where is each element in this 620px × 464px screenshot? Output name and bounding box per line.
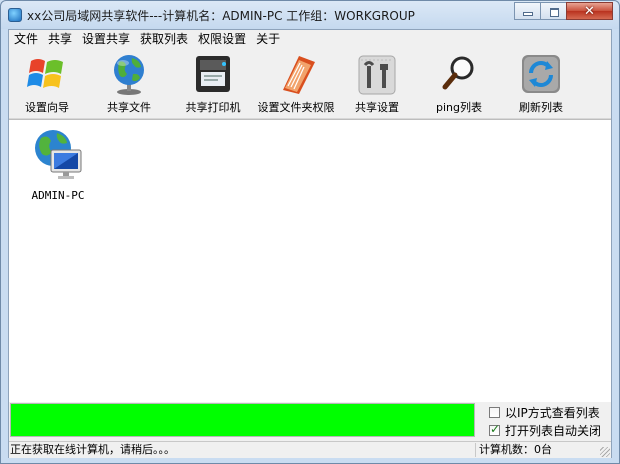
globe-icon [107,52,151,96]
auto-close-option[interactable]: 打开列表自动关闭 [489,422,601,438]
status-message: 正在获取在线计算机，请稍后。。。 [10,443,476,457]
auto-close-label: 打开列表自动关闭 [505,423,602,438]
share-files-label: 共享文件 [107,101,151,114]
windows-logo-icon [25,52,69,96]
close-icon: ✕ [584,4,595,19]
progress-fill [11,404,474,436]
ip-view-checkbox[interactable] [489,406,500,418]
tools-icon [355,52,399,96]
magnifier-icon [437,52,481,96]
app-icon [8,8,22,22]
title-bar[interactable]: xx公司局域网共享软件---计算机名：ADMIN-PC 工作组：WORKGROU… [1,1,619,29]
folder-permissions-label: 设置文件夹权限 [257,101,335,114]
auto-close-checkbox[interactable] [489,422,500,436]
share-printer-button[interactable]: 共享打印机 [179,52,247,114]
computer-list[interactable]: ADMIN-PC [9,119,611,403]
menu-share[interactable]: 共享 [43,30,77,48]
refresh-list-button[interactable]: 刷新列表 [509,52,573,114]
progress-bar [10,403,475,437]
setup-wizard-button[interactable]: 设置向导 [15,52,79,114]
maximize-button[interactable] [540,2,567,20]
share-settings-label: 共享设置 [355,101,399,114]
client-area: 文件 共享 设置共享 获取列表 权限设置 关于 设置向导 共享文件 共享打印机 … [8,29,612,458]
caption-buttons: ✕ [514,2,613,21]
share-files-button[interactable]: 共享文件 [97,52,161,114]
ip-view-option[interactable]: 以IP方式查看列表 [489,404,600,420]
ip-view-label: 以IP方式查看列表 [505,405,600,420]
toolbar: 设置向导 共享文件 共享打印机 设置文件夹权限 共享设置 ping列表 刷新列表 [9,48,611,119]
folder-book-icon [275,52,319,96]
menu-bar: 文件 共享 设置共享 获取列表 权限设置 关于 [9,30,611,48]
share-settings-button[interactable]: 共享设置 [345,52,409,114]
share-printer-label: 共享打印机 [185,101,241,114]
computer-name: ADMIN-PC [31,189,85,202]
menu-share-settings[interactable]: 设置共享 [77,30,135,48]
menu-get-list[interactable]: 获取列表 [135,30,193,48]
menu-file[interactable]: 文件 [9,30,43,48]
setup-wizard-label: 设置向导 [25,101,69,114]
app-window: xx公司局域网共享软件---计算机名：ADMIN-PC 工作组：WORKGROU… [0,0,620,464]
menu-permissions[interactable]: 权限设置 [193,30,251,48]
close-button[interactable]: ✕ [566,2,613,20]
printer-icon [191,52,235,96]
ping-list-button[interactable]: ping列表 [427,52,491,114]
minimize-button[interactable] [514,2,541,20]
resize-grip[interactable] [600,447,610,457]
computer-count: 计算机数：0台 [479,443,552,456]
list-item[interactable]: ADMIN-PC [23,126,93,202]
network-computer-icon [29,126,89,186]
ping-list-label: ping列表 [436,101,482,114]
refresh-list-label: 刷新列表 [519,101,563,114]
folder-permissions-button[interactable]: 设置文件夹权限 [253,52,339,114]
status-bar: 正在获取在线计算机，请稍后。。。 计算机数：0台 [9,441,611,458]
window-title: xx公司局域网共享软件---计算机名：ADMIN-PC 工作组：WORKGROU… [27,9,415,23]
menu-about[interactable]: 关于 [251,30,285,48]
bottom-panel: 以IP方式查看列表 打开列表自动关闭 [9,402,611,440]
refresh-icon [519,52,563,96]
